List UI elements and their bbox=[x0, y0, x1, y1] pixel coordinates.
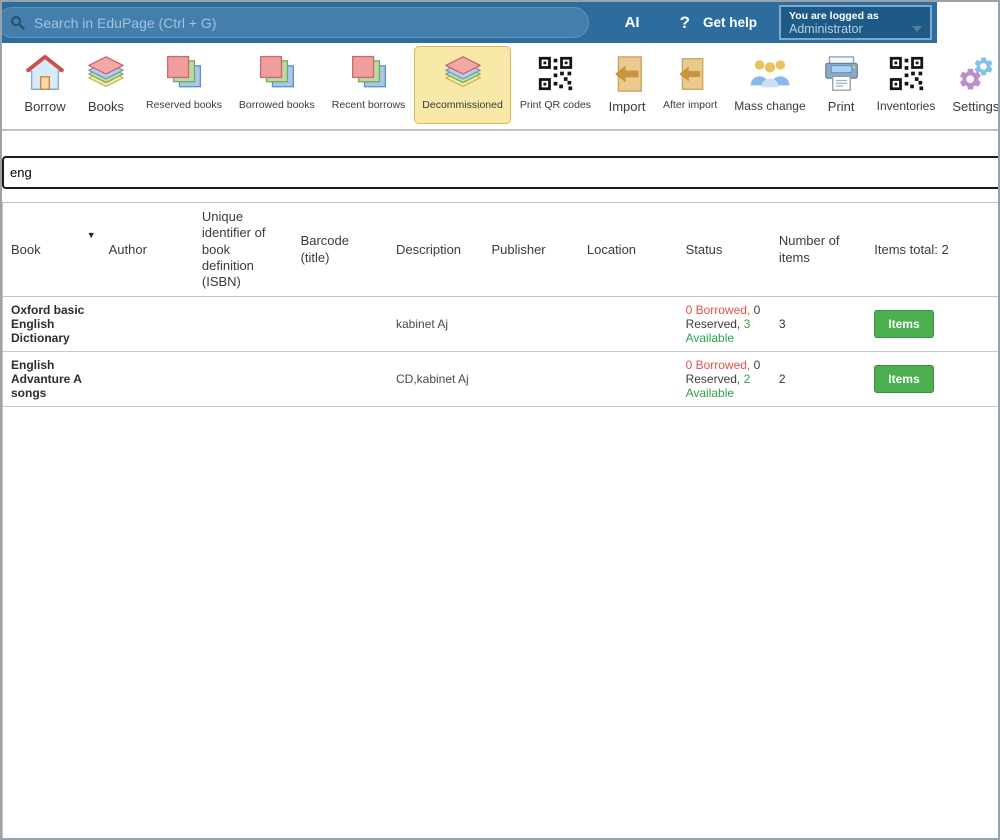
topbar: AI ? Get help You are logged as Administ… bbox=[0, 2, 937, 43]
cell-publisher bbox=[483, 352, 578, 407]
toolbar-label: Borrow bbox=[24, 99, 65, 114]
cell-isbn bbox=[194, 297, 293, 352]
toolbar-item-after-import[interactable]: After import bbox=[655, 46, 725, 124]
toolbar-item-print-qr-codes[interactable]: Print QR codes bbox=[512, 46, 599, 124]
items-button[interactable]: Items bbox=[874, 310, 933, 338]
house-icon bbox=[24, 54, 66, 94]
cell-author bbox=[101, 297, 194, 352]
import-arrow-icon bbox=[608, 54, 646, 94]
book-stack-icon bbox=[83, 53, 129, 95]
table-header-row: Book▼ Author Unique identifier of book d… bbox=[3, 203, 1000, 297]
gears-icon bbox=[956, 54, 996, 94]
cell-number-of-items: 2 bbox=[771, 352, 866, 407]
toolbar-item-borrowed-books[interactable]: Borrowed books bbox=[231, 46, 323, 124]
toolbar-label: Settings bbox=[952, 99, 999, 114]
library-toolbar: Borrow Books Reserved books Borrowed boo… bbox=[2, 43, 1000, 131]
column-header-book[interactable]: Book▼ bbox=[3, 203, 101, 297]
column-header-location[interactable]: Location bbox=[579, 203, 678, 297]
stacked-cards-icon bbox=[164, 55, 204, 93]
user-role: Administrator bbox=[789, 22, 863, 36]
toolbar-item-books[interactable]: Books bbox=[75, 46, 137, 124]
app-window: AI ? Get help You are logged as Administ… bbox=[0, 0, 1000, 840]
stacked-cards-icon bbox=[257, 55, 297, 93]
cell-isbn bbox=[194, 352, 293, 407]
filter-input[interactable] bbox=[2, 156, 1000, 189]
ai-button[interactable]: AI bbox=[625, 14, 640, 31]
logged-as-label: You are logged as bbox=[789, 10, 922, 22]
qr-code-icon bbox=[537, 55, 574, 92]
get-help-button[interactable]: ? Get help bbox=[680, 13, 757, 33]
cell-location bbox=[579, 297, 678, 352]
toolbar-item-settings[interactable]: Settings bbox=[944, 46, 1000, 124]
cell-barcode bbox=[293, 297, 388, 352]
toolbar-label: Import bbox=[609, 99, 646, 114]
toolbar-item-import[interactable]: Import bbox=[600, 46, 654, 124]
toolbar-item-reserved-books[interactable]: Reserved books bbox=[138, 46, 230, 124]
cell-status: 0 Borrowed, 0 Reserved, 2 Available bbox=[678, 352, 771, 407]
toolbar-label: Mass change bbox=[734, 99, 805, 113]
global-search[interactable] bbox=[0, 7, 589, 38]
books-table: Book▼ Author Unique identifier of book d… bbox=[2, 202, 1000, 838]
toolbar-label: Reserved books bbox=[146, 99, 222, 111]
toolbar-item-inventories[interactable]: Inventories bbox=[869, 46, 944, 124]
get-help-label: Get help bbox=[703, 15, 757, 30]
toolbar-item-borrow[interactable]: Borrow bbox=[16, 46, 74, 124]
cell-description: kabinet Aj bbox=[388, 297, 483, 352]
column-header-number-of-items[interactable]: Number of items bbox=[771, 203, 866, 297]
toolbar-item-recent-borrows[interactable]: Recent borrows bbox=[324, 46, 414, 124]
cell-description: CD,kabinet Aj bbox=[388, 352, 483, 407]
sort-desc-icon: ▼ bbox=[87, 230, 96, 241]
cell-barcode bbox=[293, 352, 388, 407]
column-header-items-total: Items total: 2 bbox=[866, 203, 1000, 297]
search-input[interactable] bbox=[34, 15, 576, 31]
toolbar-label: Decommissioned bbox=[422, 99, 503, 111]
cell-status: 0 Borrowed, 0 Reserved, 3 Available bbox=[678, 297, 771, 352]
toolbar-label: After import bbox=[663, 99, 717, 111]
toolbar-item-print[interactable]: Print bbox=[815, 46, 868, 124]
status-borrowed: 0 Borrowed, bbox=[686, 303, 751, 317]
toolbar-label: Books bbox=[88, 99, 124, 114]
toolbar-label: Recent borrows bbox=[332, 99, 406, 111]
account-dropdown[interactable]: You are logged as Administrator bbox=[779, 5, 932, 40]
toolbar-label: Print QR codes bbox=[520, 99, 591, 111]
content-area: Borrow Books Reserved books Borrowed boo… bbox=[0, 43, 1000, 838]
toolbar-label: Inventories bbox=[877, 99, 936, 113]
printer-icon bbox=[823, 55, 860, 93]
table-row[interactable]: English Advanture A songs CD,kabinet Aj … bbox=[3, 352, 1000, 407]
stacked-cards-icon bbox=[349, 55, 389, 93]
column-header-publisher[interactable]: Publisher bbox=[483, 203, 578, 297]
people-group-icon bbox=[749, 56, 791, 92]
toolbar-label: Borrowed books bbox=[239, 99, 315, 111]
column-header-barcode[interactable]: Barcode (title) bbox=[293, 203, 388, 297]
cell-items-action: Items bbox=[866, 297, 1000, 352]
column-header-author[interactable]: Author bbox=[101, 203, 194, 297]
cell-book: Oxford basic English Dictionary bbox=[3, 297, 101, 352]
table-row[interactable]: Oxford basic English Dictionary kabinet … bbox=[3, 297, 1000, 352]
import-arrow-icon bbox=[673, 56, 707, 92]
chevron-down-icon bbox=[912, 26, 922, 32]
column-header-description[interactable]: Description bbox=[388, 203, 483, 297]
filter-row bbox=[2, 131, 1000, 189]
toolbar-label: Print bbox=[828, 99, 855, 114]
toolbar-item-mass-change[interactable]: Mass change bbox=[726, 46, 813, 124]
items-button[interactable]: Items bbox=[874, 365, 933, 393]
cell-number-of-items: 3 bbox=[771, 297, 866, 352]
book-stack-icon bbox=[440, 53, 486, 95]
column-header-status[interactable]: Status bbox=[678, 203, 771, 297]
qr-code-icon bbox=[888, 55, 925, 92]
cell-book: English Advanture A songs bbox=[3, 352, 101, 407]
cell-publisher bbox=[483, 297, 578, 352]
status-borrowed: 0 Borrowed, bbox=[686, 358, 751, 372]
cell-author bbox=[101, 352, 194, 407]
question-mark-icon: ? bbox=[680, 13, 690, 33]
cell-items-action: Items bbox=[866, 352, 1000, 407]
toolbar-item-decommissioned[interactable]: Decommissioned bbox=[414, 46, 511, 124]
cell-location bbox=[579, 352, 678, 407]
search-icon bbox=[10, 15, 25, 30]
column-header-isbn[interactable]: Unique identifier of book definition (IS… bbox=[194, 203, 293, 297]
